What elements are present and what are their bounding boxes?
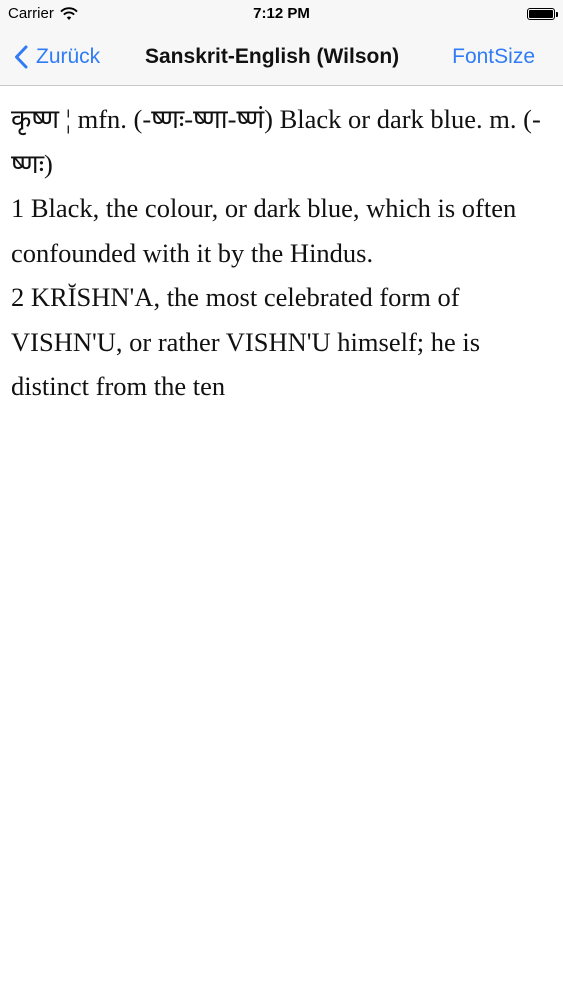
navigation-bar: Zurück Sanskrit-English (Wilson) FontSiz… — [0, 30, 563, 86]
page-title: Sanskrit-English (Wilson) — [145, 45, 400, 68]
battery-level — [529, 10, 553, 18]
sense-2: 2 KRĬSHN'A, the most celebrated form of … — [11, 282, 481, 401]
back-label: Zurück — [36, 45, 101, 68]
status-bar: Carrier 7:12 PM — [0, 0, 563, 30]
chevron-left-icon — [15, 45, 28, 69]
dictionary-entry: कृष्ण ¦ mfn. (-ष्णः-ष्णा-ष्णं) Black or … — [11, 97, 551, 409]
headword-line: कृष्ण ¦ mfn. (-ष्णः-ष्णा-ष्णं) Black or … — [11, 104, 541, 179]
sense-1: 1 Black, the colour, or dark blue, which… — [11, 193, 517, 268]
back-button[interactable]: Zurück — [14, 42, 100, 72]
battery-icon — [527, 8, 558, 20]
fontsize-button[interactable]: FontSize — [452, 45, 535, 69]
clock: 7:12 PM — [253, 5, 310, 22]
